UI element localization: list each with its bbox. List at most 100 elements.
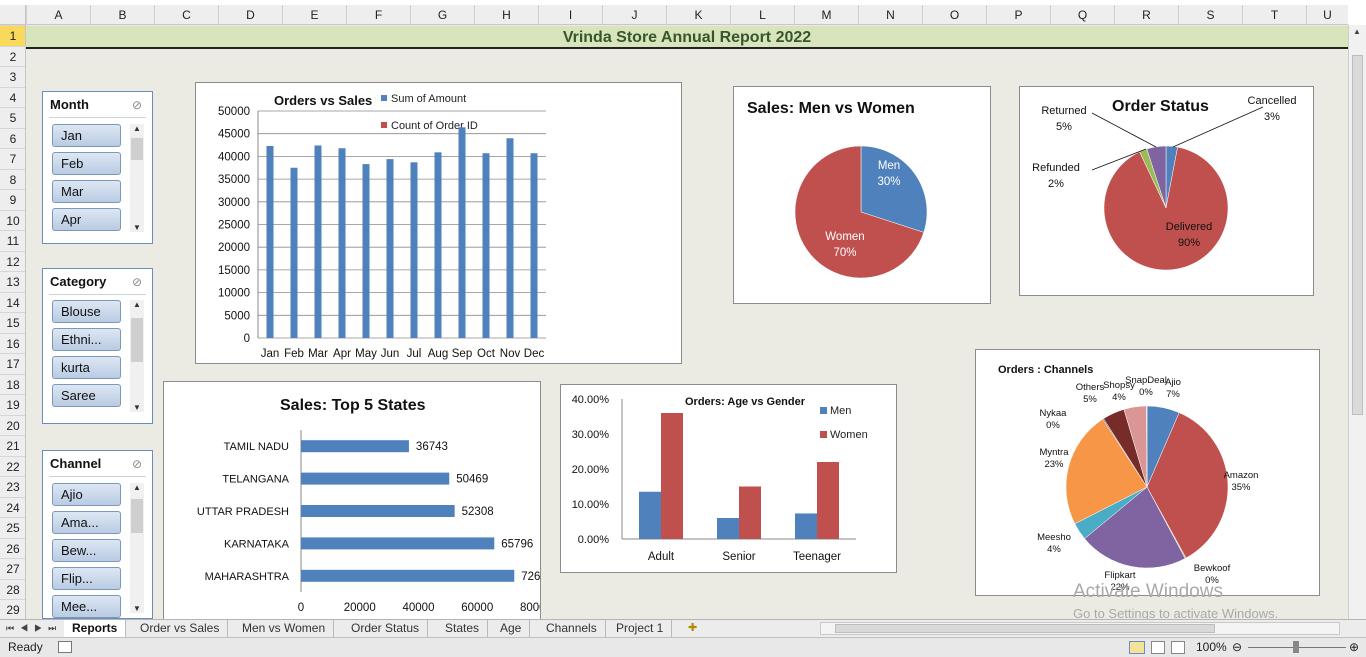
column-header[interactable]: D: [218, 5, 282, 25]
slicer-category-item[interactable]: Blouse: [52, 300, 121, 323]
tab-states[interactable]: States: [437, 620, 489, 637]
column-header[interactable]: T: [1242, 5, 1306, 25]
chart-orders-channels[interactable]: Orders : Channels Ajio 7% Amazon 35% Bewkoof…: [975, 349, 1320, 596]
row-header[interactable]: 18: [0, 373, 25, 395]
slicer-channel-item[interactable]: Ajio: [52, 483, 121, 506]
tab-channels[interactable]: Channels: [538, 620, 606, 637]
row-header[interactable]: 19: [0, 394, 25, 415]
chart-order-status[interactable]: Order Status Cancelled 3% Delivered 90% Refu…: [1019, 86, 1314, 296]
row-header[interactable]: 3: [0, 66, 25, 87]
row-header[interactable]: 28: [0, 578, 25, 600]
column-header[interactable]: C: [154, 5, 218, 25]
slicer-channel[interactable]: Channel ⊘ Ajio Ama... Bew... Flip... Mee…: [42, 450, 153, 619]
row-header[interactable]: 9: [0, 189, 25, 210]
tab-project-1[interactable]: Project 1: [608, 620, 673, 637]
clear-filter-icon[interactable]: ⊘: [132, 275, 142, 289]
zoom-out-icon[interactable]: ⊖: [1232, 638, 1242, 657]
column-header[interactable]: U: [1306, 5, 1348, 25]
slicer-scrollbar[interactable]: ▲ ▼: [130, 300, 144, 412]
horizontal-scrollbar[interactable]: [820, 622, 1340, 635]
column-header[interactable]: L: [730, 5, 794, 25]
row-header[interactable]: 10: [0, 209, 25, 231]
row-header[interactable]: 25: [0, 517, 25, 538]
tab-reports[interactable]: Reports: [64, 620, 127, 637]
row-header[interactable]: 20: [0, 414, 25, 436]
column-header[interactable]: E: [282, 5, 346, 25]
scroll-up-icon[interactable]: ▲: [1353, 27, 1361, 36]
row-header[interactable]: 13: [0, 271, 25, 292]
row-header[interactable]: 29: [0, 599, 25, 619]
tab-order-status[interactable]: Order Status: [343, 620, 429, 637]
row-header[interactable]: 4: [0, 86, 25, 108]
insert-sheet-icon[interactable]: ✚: [688, 620, 697, 637]
slicer-channel-item[interactable]: Bew...: [52, 539, 121, 562]
column-header[interactable]: P: [986, 5, 1050, 25]
select-all-corner[interactable]: [0, 5, 26, 25]
row-header[interactable]: 26: [0, 537, 25, 559]
slicer-month-item[interactable]: Mar: [52, 180, 121, 203]
column-header[interactable]: M: [794, 5, 858, 25]
row-header[interactable]: 8: [0, 168, 25, 190]
vertical-scrollbar[interactable]: ▲: [1348, 25, 1366, 619]
column-header[interactable]: Q: [1050, 5, 1114, 25]
column-header[interactable]: A: [26, 5, 90, 25]
scroll-up-icon[interactable]: ▲: [130, 483, 144, 492]
row-header[interactable]: 14: [0, 291, 25, 313]
row-header[interactable]: 6: [0, 127, 25, 149]
slicer-category-item[interactable]: Saree: [52, 384, 121, 407]
macro-record-icon[interactable]: [58, 641, 72, 653]
tab-age[interactable]: Age: [492, 620, 531, 637]
scroll-down-icon[interactable]: ▼: [130, 403, 144, 412]
column-header[interactable]: G: [410, 5, 474, 25]
slicer-channel-item[interactable]: Mee...: [52, 595, 121, 618]
slicer-category[interactable]: Category ⊘ Blouse Ethni... kurta Saree ▲…: [42, 268, 153, 424]
row-header[interactable]: 15: [0, 312, 25, 333]
row-header[interactable]: 11: [0, 230, 25, 251]
slicer-month-item[interactable]: Feb: [52, 152, 121, 175]
column-header[interactable]: I: [538, 5, 602, 25]
chart-age-vs-gender[interactable]: Orders: Age vs Gender Men Women 0.00% 10.…: [560, 384, 897, 573]
slicer-month-item[interactable]: Apr: [52, 208, 121, 231]
page-layout-icon[interactable]: [1151, 641, 1165, 654]
row-header[interactable]: 24: [0, 496, 25, 518]
chart-top-5-states[interactable]: Sales: Top 5 States 36743 TAMIL NADU 50469…: [163, 381, 553, 619]
tab-order-vs-sales[interactable]: Order vs Sales: [132, 620, 229, 637]
row-header[interactable]: 7: [0, 148, 25, 169]
column-header[interactable]: J: [602, 5, 666, 25]
row-header[interactable]: 16: [0, 332, 25, 354]
slicer-month-item[interactable]: Jan: [52, 124, 121, 147]
slicer-category-item[interactable]: kurta: [52, 356, 121, 379]
scroll-up-icon[interactable]: ▲: [130, 300, 144, 309]
row-header[interactable]: 12: [0, 250, 25, 272]
chart-men-vs-women[interactable]: Sales: Men vs Women Men 30% Women 70%: [733, 86, 991, 304]
column-header[interactable]: H: [474, 5, 538, 25]
column-header[interactable]: F: [346, 5, 410, 25]
row-header[interactable]: 22: [0, 455, 25, 477]
slicer-channel-item[interactable]: Flip...: [52, 567, 121, 590]
row-header[interactable]: 5: [0, 107, 25, 128]
zoom-in-icon[interactable]: ⊕: [1349, 638, 1359, 657]
slicer-scrollbar[interactable]: ▲ ▼: [130, 124, 144, 232]
scroll-up-icon[interactable]: ▲: [130, 124, 144, 133]
row-header[interactable]: 23: [0, 476, 25, 497]
tab-nav-arrows-icon[interactable]: ⏮◀▶⏭: [6, 620, 62, 637]
slicer-channel-item[interactable]: Ama...: [52, 511, 121, 534]
row-header[interactable]: 2: [0, 45, 25, 67]
row-header[interactable]: 27: [0, 558, 25, 579]
column-header[interactable]: B: [90, 5, 154, 25]
scroll-down-icon[interactable]: ▼: [130, 604, 144, 613]
column-header[interactable]: N: [858, 5, 922, 25]
slicer-scrollbar[interactable]: ▲ ▼: [130, 483, 144, 613]
tab-men-vs-women[interactable]: Men vs Women: [234, 620, 335, 637]
scroll-down-icon[interactable]: ▼: [130, 223, 144, 232]
row-header[interactable]: 17: [0, 353, 25, 374]
column-header[interactable]: R: [1114, 5, 1178, 25]
clear-filter-icon[interactable]: ⊘: [132, 98, 142, 112]
column-header[interactable]: S: [1178, 5, 1242, 25]
column-header[interactable]: K: [666, 5, 730, 25]
clear-filter-icon[interactable]: ⊘: [132, 457, 142, 471]
normal-view-icon[interactable]: [1129, 641, 1145, 654]
row-header[interactable]: 21: [0, 435, 25, 456]
slicer-category-item[interactable]: Ethni...: [52, 328, 121, 351]
zoom-slider-thumb[interactable]: [1293, 641, 1299, 653]
